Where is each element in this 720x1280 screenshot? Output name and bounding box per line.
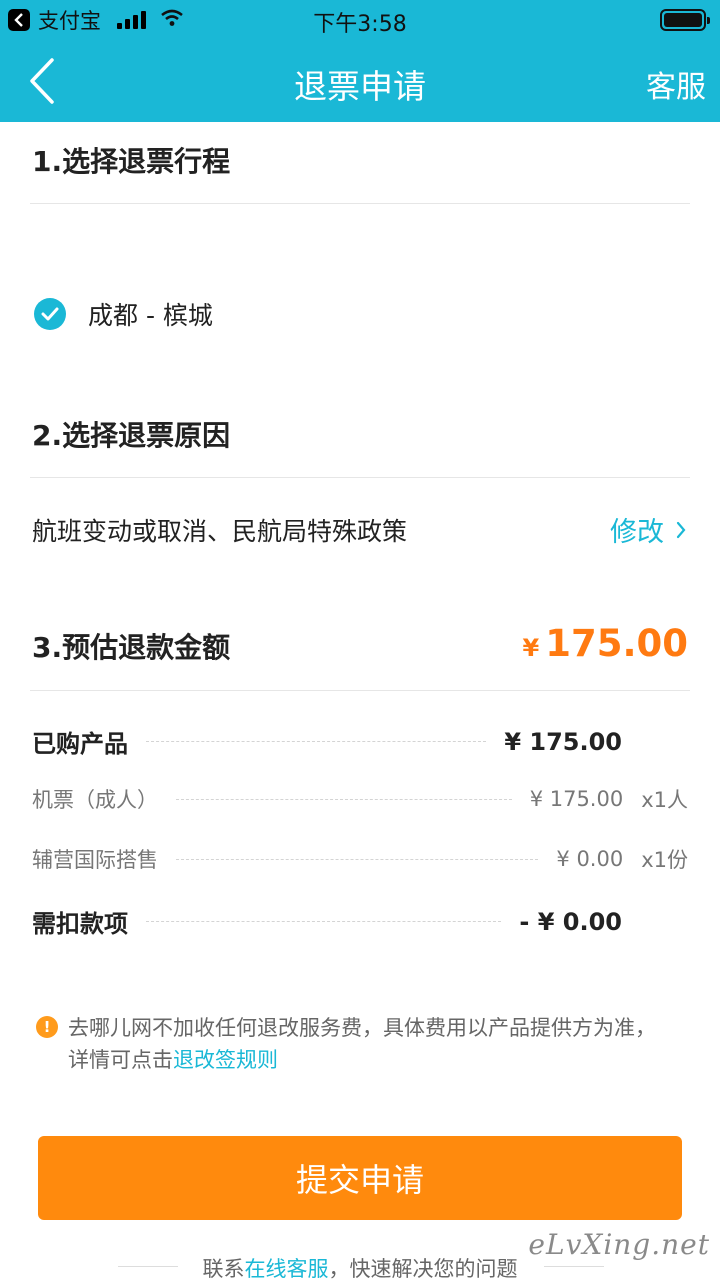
check-circle-icon <box>34 298 66 330</box>
row-quantity: x1份 <box>641 848 688 872</box>
footer-prefix: 联系 <box>202 1257 245 1280</box>
customer-service-button[interactable]: 客服 <box>646 62 706 106</box>
status-bar: 支付宝 下午3:58 <box>0 0 720 40</box>
refund-rules-link[interactable]: 退改签规则 <box>173 1048 278 1072</box>
notice-body: 去哪儿网不加收任何退改服务费，具体费用以产品提供方为准，详情可点击 <box>68 1016 656 1072</box>
purchased-products-row: 已购产品 ¥ 175.00 <box>32 724 622 759</box>
row-value: ¥ 175.00 <box>504 727 622 756</box>
row-quantity: x1人 <box>641 788 688 812</box>
section-estimated-refund-title: 3.预估退款金额 <box>32 631 231 664</box>
estimated-refund-total: ¥ 175.00 <box>523 622 688 665</box>
trip-option[interactable]: 成都 - 槟城 <box>34 296 213 332</box>
row-label: 已购产品 <box>32 730 128 758</box>
row-label: 辅营国际搭售 <box>32 848 158 872</box>
refund-notice: ! 去哪儿网不加收任何退改服务费，具体费用以产品提供方为准，详情可点击退改签规则 <box>36 1012 676 1076</box>
row-value: ¥ 175.00 <box>529 787 624 811</box>
deduction-row: 需扣款项 - ¥ 0.00 <box>32 904 622 939</box>
page-title: 退票申请 <box>294 67 426 106</box>
dotted-leader <box>176 858 539 860</box>
chevron-right-icon <box>676 521 686 538</box>
divider <box>30 477 690 478</box>
trip-route-label: 成都 - 槟城 <box>88 301 213 330</box>
warning-icon: ! <box>36 1016 58 1038</box>
section-select-trip-title: 1.选择退票行程 <box>32 145 231 178</box>
battery-icon <box>660 9 710 31</box>
online-service-link[interactable]: 在线客服 <box>245 1257 329 1280</box>
modify-label: 修改 <box>610 517 664 548</box>
dotted-leader <box>146 741 487 742</box>
dotted-leader <box>176 798 512 800</box>
footer-suffix: ，快速解决您的问题 <box>328 1257 518 1280</box>
header: 支付宝 下午3:58 退票申请 客服 <box>0 0 720 122</box>
nav-bar: 退票申请 客服 <box>0 40 720 122</box>
row-label: 机票（成人） <box>32 788 158 812</box>
divider <box>30 690 690 691</box>
divider <box>30 203 690 204</box>
refund-amount: 175.00 <box>545 622 688 665</box>
dotted-leader <box>146 921 502 922</box>
watermark: eLvXing.net <box>528 1228 710 1261</box>
notice-text: 去哪儿网不加收任何退改服务费，具体费用以产品提供方为准，详情可点击退改签规则 <box>68 1012 676 1076</box>
section-refund-reason-title: 2.选择退票原因 <box>32 419 231 452</box>
refund-reason-text: 航班变动或取消、民航局特殊政策 <box>32 517 408 546</box>
ancillary-bundle-row: 辅营国际搭售 ¥ 0.00 x1份 <box>32 844 688 874</box>
ticket-adult-row: 机票（成人） ¥ 175.00 x1人 <box>32 784 688 814</box>
row-value: ¥ 0.00 <box>556 847 624 871</box>
currency-symbol: ¥ <box>522 634 540 662</box>
modify-reason-button[interactable]: 修改 <box>610 510 686 549</box>
row-value: - ¥ 0.00 <box>519 907 622 936</box>
status-time: 下午3:58 <box>313 12 407 37</box>
submit-application-button[interactable]: 提交申请 <box>38 1136 682 1220</box>
row-label: 需扣款项 <box>32 910 128 938</box>
